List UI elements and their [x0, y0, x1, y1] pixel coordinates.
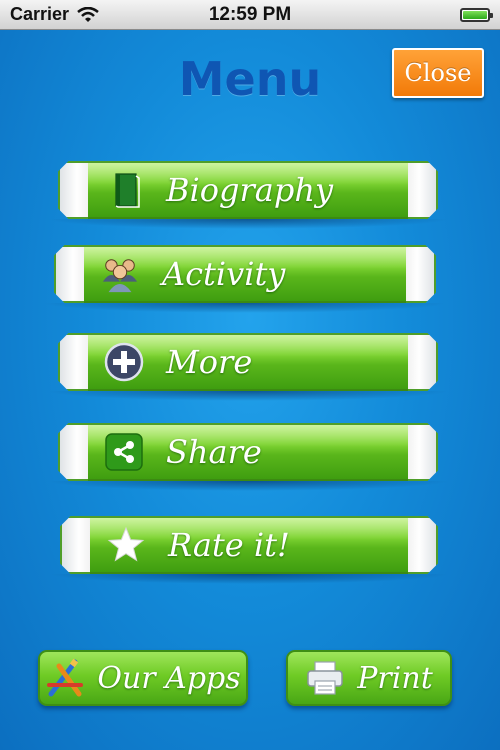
battery-icon — [460, 7, 493, 22]
share-icon — [104, 432, 144, 472]
print-button[interactable]: Print — [286, 650, 452, 706]
biography-button[interactable]: Biography — [46, 161, 450, 229]
app-store-icon — [45, 658, 85, 698]
activity-button[interactable]: Activity — [42, 245, 448, 313]
people-icon — [100, 254, 140, 294]
printer-icon — [305, 658, 345, 698]
book-icon — [104, 170, 144, 210]
menu-item-label: Share — [166, 433, 262, 471]
our-apps-button[interactable]: Our Apps — [38, 650, 248, 706]
carrier-name: Carrier — [10, 4, 70, 24]
more-button[interactable]: More — [46, 333, 450, 401]
share-button[interactable]: Share — [46, 423, 450, 491]
menu-item-label: Rate it! — [168, 526, 290, 564]
plus-circle-icon — [104, 342, 144, 382]
status-right — [320, 7, 493, 22]
menu-item-label: Activity — [162, 255, 286, 293]
our-apps-label: Our Apps — [97, 660, 241, 696]
wifi-icon — [77, 6, 99, 22]
rate-it-button[interactable]: Rate it! — [48, 516, 450, 584]
menu-item-label: Biography — [166, 171, 334, 209]
print-label: Print — [357, 660, 433, 696]
close-button[interactable]: Close — [392, 48, 484, 98]
menu-item-label: More — [166, 343, 253, 381]
status-time: 12:59 PM — [208, 3, 292, 25]
star-icon — [106, 525, 146, 565]
status-left: Carrier — [10, 4, 180, 25]
status-bar: Carrier 12:59 PM — [0, 0, 500, 30]
menu-screen: Menu Close Biography Activity More Share… — [0, 30, 500, 750]
